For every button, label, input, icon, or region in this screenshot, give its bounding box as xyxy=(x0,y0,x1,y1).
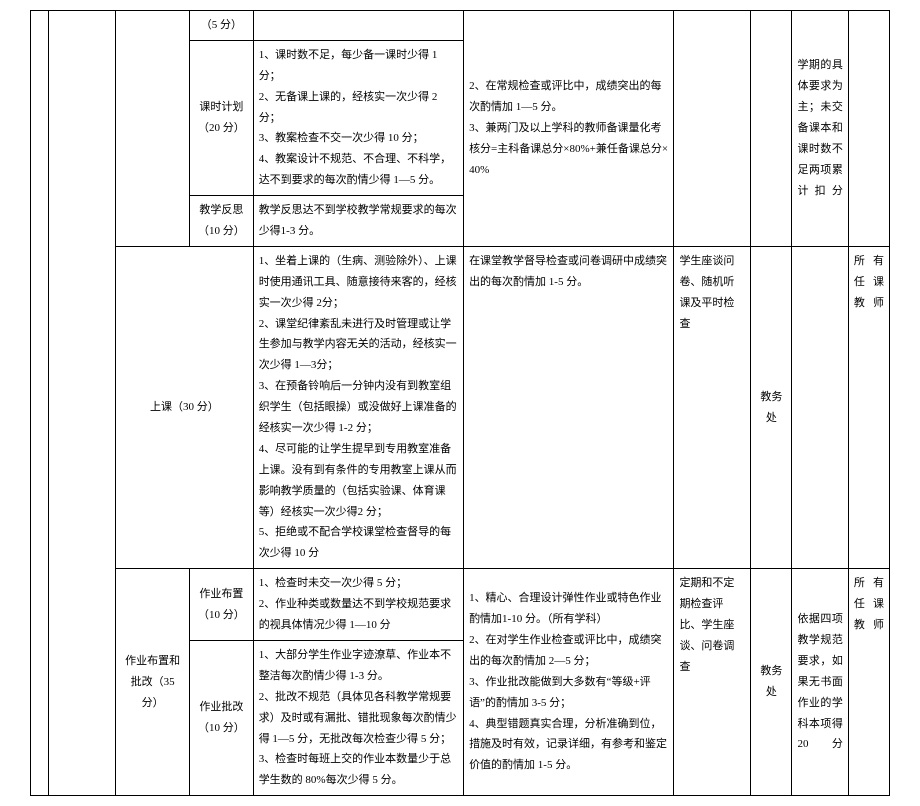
cell-5fen: （5 分） xyxy=(190,11,254,41)
cell-class-meth: 学生座谈问卷、随机听课及平时检查 xyxy=(674,246,751,568)
cell-class-cat: 上课（30 分） xyxy=(116,246,254,568)
cell-hw-cat: 作业布置和批改（35 分） xyxy=(116,569,190,796)
cell-top-cat xyxy=(116,11,190,247)
evaluation-table: （5 分） 2、在常规检查或评比中，成绩突出的每次酌情加 1—5 分。 3、兼两… xyxy=(30,10,890,796)
cell-top-dept xyxy=(751,11,792,247)
row-top: （5 分） 2、在常规检查或评比中，成绩突出的每次酌情加 1—5 分。 3、兼两… xyxy=(31,11,890,41)
cell-reflect-ded: 教学反思达不到学校教学常规要求的每次少得1-3 分。 xyxy=(253,196,463,247)
cell-hw-correct-sub: 作业批改（10 分） xyxy=(190,640,254,795)
cell-plan-ded: 1、课时数不足，每少备一课时少得 1 分； 2、无备课上课的，经核实一次少得 2… xyxy=(253,40,463,195)
cell-top-ded xyxy=(253,11,463,41)
cell-class-note xyxy=(792,246,848,568)
cell-hw-correct-ded: 1、大部分学生作业字迹潦草、作业本不整洁每次酌情少得 1-3 分。 2、批改不规… xyxy=(253,640,463,795)
cell-hw-bonus: 1、精心、合理设计弹性作业或特色作业酌情加1-10 分。（所有学科） 2、在对学… xyxy=(464,569,674,796)
cell-top-bonus: 2、在常规检查或评比中，成绩突出的每次酌情加 1—5 分。 3、兼两门及以上学科… xyxy=(464,11,674,247)
cell-class-dept: 教务处 xyxy=(751,246,792,568)
cell-plan-sub: 课时计划（20 分） xyxy=(190,40,254,195)
blank-col-1 xyxy=(31,11,49,796)
cell-reflect-sub: 教学反思（10 分） xyxy=(190,196,254,247)
cell-top-meth xyxy=(674,11,751,247)
blank-col-2 xyxy=(49,11,116,796)
cell-hw-dept: 教务处 xyxy=(751,569,792,796)
row-class: 上课（30 分） 1、坐着上课的（生病、测验除外）、上课时使用通讯工具、随意接待… xyxy=(31,246,890,568)
cell-hw-scope: 所有任课教师 xyxy=(848,569,889,796)
cell-hw-assign-ded: 1、检查时未交一次少得 5 分； 2、作业种类或数量达不到学校规范要求的视具体情… xyxy=(253,569,463,641)
cell-class-scope: 所有任课教师 xyxy=(848,246,889,568)
cell-class-bonus: 在课堂教学督导检查或问卷调研中成绩突出的每次酌情加 1-5 分。 xyxy=(464,246,674,568)
cell-hw-note: 依据四项教学规范要求，如果无书面作业的学科本项得 20分 xyxy=(792,569,848,796)
cell-hw-meth: 定期和不定期检查评比、学生座谈、问卷调查 xyxy=(674,569,751,796)
cell-hw-assign-sub: 作业布置（10 分） xyxy=(190,569,254,641)
cell-top-scope xyxy=(848,11,889,247)
cell-top-note: 学期的具体要求为主；未交备课本和课时数不足两项累计扣分 xyxy=(792,11,848,247)
row-hw-assign: 作业布置和批改（35 分） 作业布置（10 分） 1、检查时未交一次少得 5 分… xyxy=(31,569,890,641)
cell-class-ded: 1、坐着上课的（生病、测验除外）、上课时使用通讯工具、随意接待来客的，经核实一次… xyxy=(253,246,463,568)
